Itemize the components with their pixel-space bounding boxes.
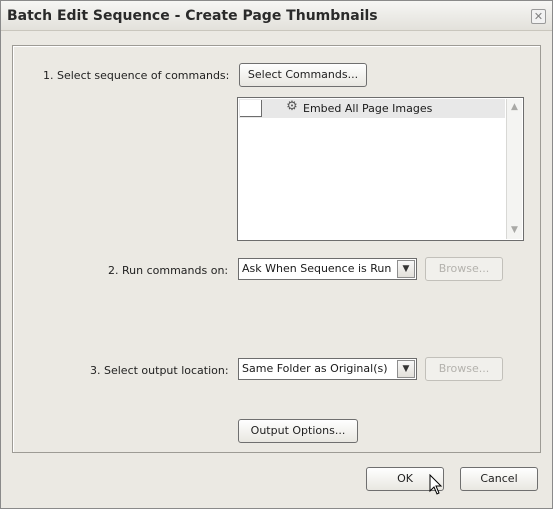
output-location-label: 3. Select output location: [90, 364, 229, 377]
batch-edit-dialog: Batch Edit Sequence - Create Page Thumbn… [0, 0, 553, 509]
close-icon[interactable]: ✕ [531, 9, 546, 24]
run-commands-label: 2. Run commands on: [108, 264, 229, 277]
output-location-select[interactable]: Same Folder as Original(s) ▼ [238, 358, 417, 380]
mouse-pointer-icon [429, 474, 443, 495]
select-commands-label: 1. Select sequence of commands: [43, 69, 230, 82]
scroll-up-icon[interactable]: ▲ [507, 100, 522, 115]
list-item[interactable]: ⚙ Embed All Page Images [239, 99, 505, 118]
browse-output-button[interactable]: Browse... [425, 357, 503, 381]
browse-input-button[interactable]: Browse... [425, 257, 503, 281]
output-location-value: Same Folder as Original(s) [242, 362, 388, 375]
list-item-label: Embed All Page Images [303, 102, 433, 115]
scroll-down-icon[interactable]: ▼ [507, 223, 522, 238]
command-list[interactable]: ⚙ Embed All Page Images ▲ ▼ [237, 97, 524, 241]
chevron-down-icon[interactable]: ▼ [397, 360, 415, 378]
run-commands-select[interactable]: Ask When Sequence is Run ▼ [238, 258, 417, 280]
command-checkbox[interactable] [240, 100, 262, 117]
cancel-button[interactable]: Cancel [460, 467, 538, 491]
chevron-down-icon[interactable]: ▼ [397, 260, 415, 278]
output-options-button[interactable]: Output Options... [238, 419, 358, 443]
select-commands-button[interactable]: Select Commands... [239, 63, 367, 87]
gear-icon: ⚙ [286, 99, 298, 114]
window-title: Batch Edit Sequence - Create Page Thumbn… [7, 8, 378, 24]
title-bar: Batch Edit Sequence - Create Page Thumbn… [1, 1, 552, 31]
run-commands-value: Ask When Sequence is Run [242, 262, 392, 275]
list-scrollbar[interactable]: ▲ ▼ [506, 99, 522, 239]
